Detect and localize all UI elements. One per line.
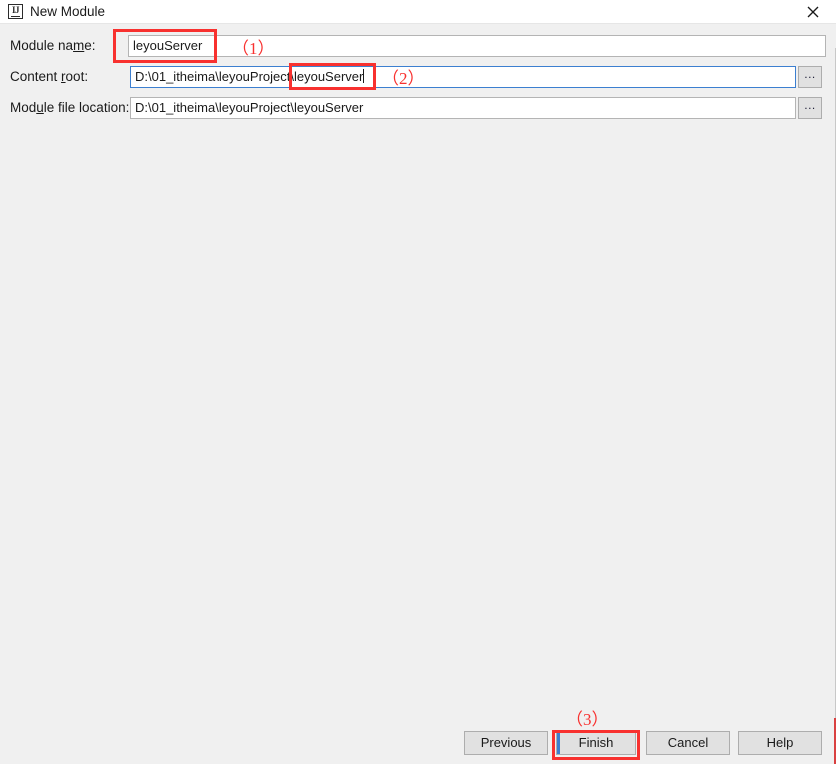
module-name-input[interactable]: leyouServer [128,35,826,57]
cancel-button[interactable]: Cancel [646,731,730,755]
module-file-location-browse-button[interactable]: ... [798,97,822,119]
module-file-location-input[interactable]: D:\01_itheima\leyouProject\leyouServer [130,97,796,119]
module-name-label: Module name: [10,38,96,53]
field-row-module-name: Module name: leyouServer [0,35,836,57]
text-caret [363,69,365,83]
window-title: New Module [30,4,106,19]
ellipsis-browse-icon: ... [804,67,816,81]
intellij-idea-icon: IJ [8,4,23,19]
ellipsis-browse-icon: ... [804,98,816,112]
field-row-module-file-location: Module file location: D:\01_itheima\leyo… [0,97,836,119]
module-file-location-label: Module file location: [10,100,130,115]
field-row-content-root: Content root: D:\01_itheima\leyouProject… [0,66,836,88]
previous-button[interactable]: Previous [464,731,548,755]
help-button[interactable]: Help [738,731,822,755]
content-root-input[interactable]: D:\01_itheima\leyouProject\leyouServer [130,66,796,88]
close-icon [807,6,819,18]
dialog-body: Module name: leyouServer Content root: D… [0,24,836,764]
content-root-label: Content root: [10,69,89,84]
title-bar: IJ New Module [0,0,836,24]
content-root-browse-button[interactable]: ... [798,66,822,88]
finish-button[interactable]: Finish [556,731,636,755]
new-module-dialog: IJ New Module Module name: leyouServer C… [0,0,836,764]
close-button[interactable] [790,0,836,24]
dialog-button-bar: Previous Finish Cancel Help [0,722,836,764]
